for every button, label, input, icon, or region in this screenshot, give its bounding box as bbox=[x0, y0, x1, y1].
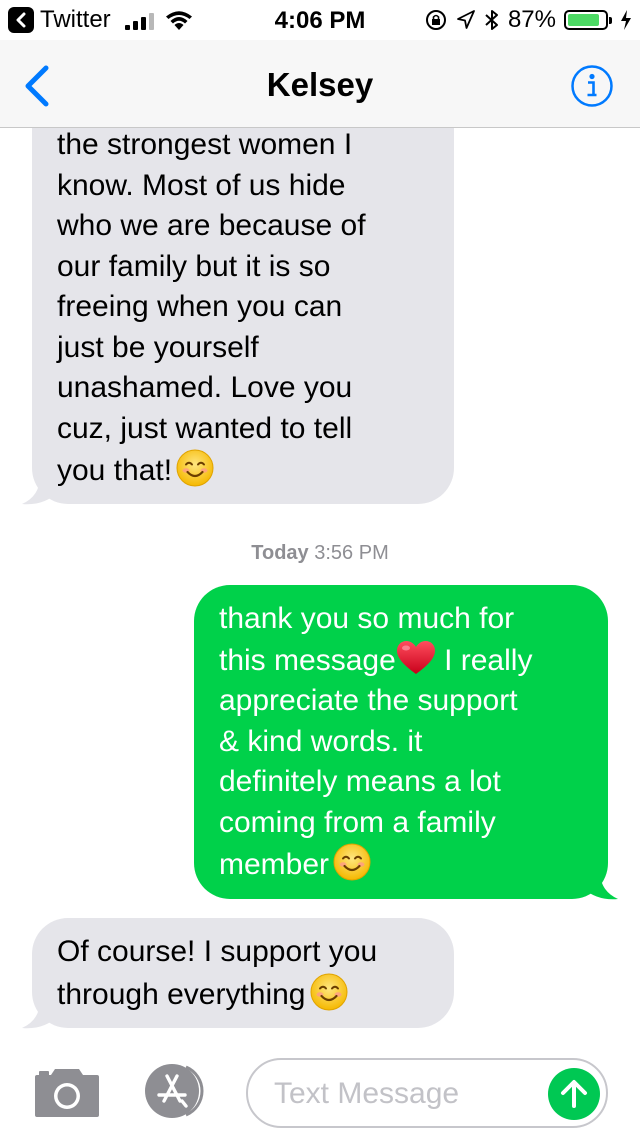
bubble-tail bbox=[22, 476, 58, 505]
message-bubble-outgoing[interactable]: thank you so much for this message I rea… bbox=[194, 585, 608, 899]
smiling-face-emoji-icon bbox=[310, 973, 347, 1010]
contact-name[interactable]: Kelsey bbox=[0, 66, 640, 104]
battery-fill bbox=[568, 14, 600, 26]
message-text-field[interactable] bbox=[246, 1058, 608, 1128]
orientation-lock-icon bbox=[424, 8, 448, 32]
conversation[interactable]: the strongest women I know. Most of us h… bbox=[0, 128, 640, 1033]
camera-icon[interactable] bbox=[33, 1063, 101, 1119]
message-text: the strongest women I know. Most of us h… bbox=[57, 128, 366, 487]
bubble-tail bbox=[22, 1000, 58, 1029]
timestamp-time: 3:56 PM bbox=[314, 542, 389, 564]
message-text-part-2: I really appreciate the support & kind w… bbox=[219, 643, 533, 882]
message-bubble-incoming[interactable]: the strongest women I know. Most of us h… bbox=[32, 128, 454, 504]
send-button[interactable] bbox=[548, 1068, 600, 1120]
location-icon bbox=[456, 9, 476, 31]
smiling-face-emoji-icon bbox=[333, 843, 371, 881]
timestamp-day: Today bbox=[251, 542, 309, 564]
message-input[interactable] bbox=[272, 1070, 546, 1118]
status-right: 87% bbox=[424, 6, 632, 34]
battery-icon bbox=[564, 10, 612, 30]
info-icon[interactable] bbox=[570, 64, 614, 108]
app-store-icon[interactable] bbox=[140, 1063, 212, 1119]
charging-icon bbox=[620, 9, 632, 31]
status-bar: Twitter 4:06 PM 87% bbox=[0, 0, 640, 40]
battery-percent: 87% bbox=[507, 6, 556, 33]
arrow-up-icon bbox=[561, 1080, 587, 1108]
input-bar bbox=[0, 1033, 640, 1136]
bubble-tail bbox=[582, 871, 618, 900]
timestamp: Today 3:56 PM bbox=[0, 542, 640, 565]
message-bubble-incoming[interactable]: Of course! I support you through everyth… bbox=[32, 918, 454, 1028]
smiling-face-emoji-icon bbox=[176, 449, 214, 487]
red-heart-emoji-icon bbox=[396, 640, 435, 674]
bluetooth-icon bbox=[484, 8, 500, 32]
nav-bar: Kelsey bbox=[0, 40, 640, 128]
